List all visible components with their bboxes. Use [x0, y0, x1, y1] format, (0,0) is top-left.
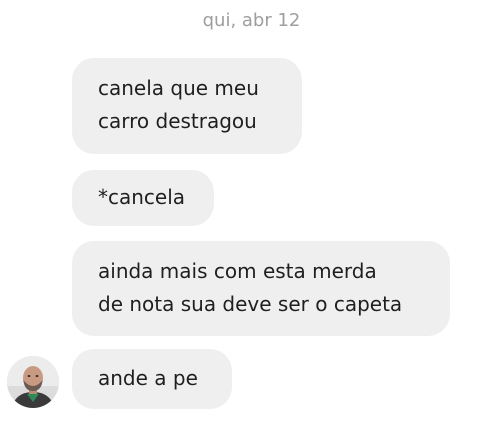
message-bubble[interactable]: canela que meu carro destragou: [72, 58, 302, 154]
message-text: canela que meu: [98, 76, 259, 100]
message-bubble[interactable]: ainda mais com esta merda de nota sua de…: [72, 241, 450, 336]
message-text: ande a pe: [98, 366, 198, 390]
message-bubble[interactable]: ande a pe: [72, 349, 232, 409]
message-bubble[interactable]: *cancela: [72, 170, 214, 226]
date-separator: qui, abr 12: [202, 10, 301, 31]
message-text: de nota sua deve ser o capeta: [98, 292, 403, 316]
message-text: ainda mais com esta merda: [98, 259, 377, 283]
sender-avatar[interactable]: [7, 356, 59, 408]
avatar-photo-icon: [7, 356, 59, 408]
message-text: *cancela: [98, 185, 186, 209]
message-text: carro destragou: [98, 109, 257, 133]
